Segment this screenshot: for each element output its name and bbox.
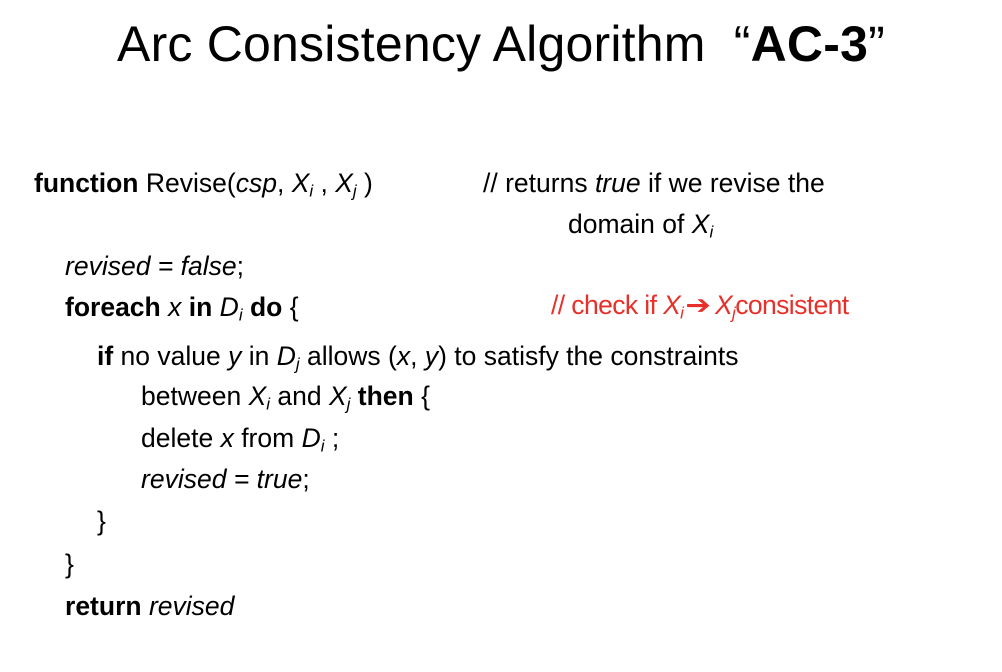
title-open-quote: “ [733, 16, 751, 72]
var-x: X [328, 381, 347, 411]
equals: = [150, 251, 181, 281]
keyword-return: return [65, 591, 142, 621]
keyword-foreach: foreach [65, 292, 161, 322]
var-x-lower: x [220, 423, 234, 453]
keyword-if: if [97, 341, 114, 371]
var-revised: revised [141, 464, 227, 494]
param-xj: Xj [335, 168, 356, 200]
line-if: if no value y in Dj allows (x, y) to sat… [97, 339, 739, 373]
comment-returns: // returns true if we revise the [483, 166, 825, 200]
var-x-lower: x [168, 292, 182, 322]
var-y: y [228, 341, 242, 371]
comment-true: true [594, 168, 641, 198]
subscript-i: i [238, 305, 243, 325]
keyword-then: then [357, 381, 414, 411]
title-close-quote: ” [868, 16, 885, 72]
function-name: Revise( [145, 168, 236, 198]
line-return: return revised [65, 589, 234, 623]
text: in [241, 341, 277, 371]
var-revised: revised [65, 251, 151, 281]
keyword-in: in [188, 292, 213, 322]
title-ac3: AC-3 [750, 16, 869, 72]
subscript-i: i [680, 303, 684, 323]
text: from [233, 423, 302, 453]
var-d: D [276, 341, 296, 371]
semicolon: ; [236, 251, 244, 281]
var-y: y [424, 341, 439, 371]
subscript-i: i [709, 222, 714, 242]
text: between [141, 381, 249, 411]
comment-text: if we revise the [640, 168, 825, 198]
close-brace-inner: } [97, 506, 106, 536]
domain-di: Di [301, 423, 325, 455]
line-revised-true: revised = true; [141, 462, 310, 496]
text: delete [141, 423, 221, 453]
param-xi: Xi [291, 168, 313, 200]
text: and [270, 381, 329, 411]
line-foreach: foreach x in Di do { [65, 290, 299, 324]
value-false: false [180, 251, 237, 281]
value-true: true [256, 464, 303, 494]
domain-dj: Dj [276, 341, 300, 373]
var-revised: revised [148, 591, 235, 621]
comment-xj: Xj [714, 290, 736, 322]
var-x-lower: x [396, 341, 411, 371]
open-brace: { [413, 381, 430, 411]
var-d: D [301, 423, 321, 453]
comment-text: domain of [568, 209, 692, 239]
close-brace-outer: } [65, 549, 74, 579]
line-delete: delete x from Di ; [141, 421, 339, 455]
comment-xi: Xi [691, 209, 714, 242]
var-d: D [219, 292, 239, 322]
comment-text: consistent [735, 290, 849, 320]
close-paren: ) [356, 168, 373, 198]
title-text: Arc Consistency Algorithm [117, 16, 706, 72]
text: no value [113, 341, 229, 371]
keyword-function: function [34, 168, 139, 198]
var-x: X [248, 381, 267, 411]
open-brace: { [282, 292, 299, 322]
text: ) to satisfy the constraints [438, 341, 739, 371]
arrow-icon: ➔ [685, 290, 712, 320]
subscript-j: j [346, 394, 351, 414]
var-x: X [335, 168, 353, 198]
var-x: X [691, 209, 710, 239]
keyword-do: do [249, 292, 283, 322]
comment-text: // check if [551, 290, 664, 320]
semicolon: ; [324, 423, 340, 453]
separator: , [276, 168, 292, 198]
function-signature: function Revise(csp, Xi , Xj ) [34, 166, 373, 200]
param-csp: csp [235, 168, 277, 198]
equals: = [226, 464, 257, 494]
var-x: X [714, 290, 733, 320]
var-x: X [663, 290, 681, 320]
line-between: between Xi and Xj then { [141, 379, 430, 413]
var-xi: Xi [248, 381, 270, 413]
var-xj: Xj [328, 381, 351, 414]
comment-returns-line2: domain of Xi [568, 207, 713, 241]
comment-check-consistent: // check if Xi➔ Xjconsistent [551, 288, 849, 322]
separator: , [313, 168, 336, 198]
var-x: X [291, 168, 310, 198]
slide-title: Arc Consistency Algorithm “AC-3” [0, 12, 1002, 76]
line-revised-false: revised = false; [65, 249, 244, 283]
domain-di: Di [219, 292, 243, 325]
slide: Arc Consistency Algorithm “AC-3” functio… [0, 0, 1002, 672]
separator: , [410, 341, 425, 371]
semicolon: ; [302, 464, 310, 494]
text: allows ( [299, 341, 397, 371]
comment-text: // returns [483, 168, 595, 198]
comment-xi: Xi [663, 290, 684, 323]
